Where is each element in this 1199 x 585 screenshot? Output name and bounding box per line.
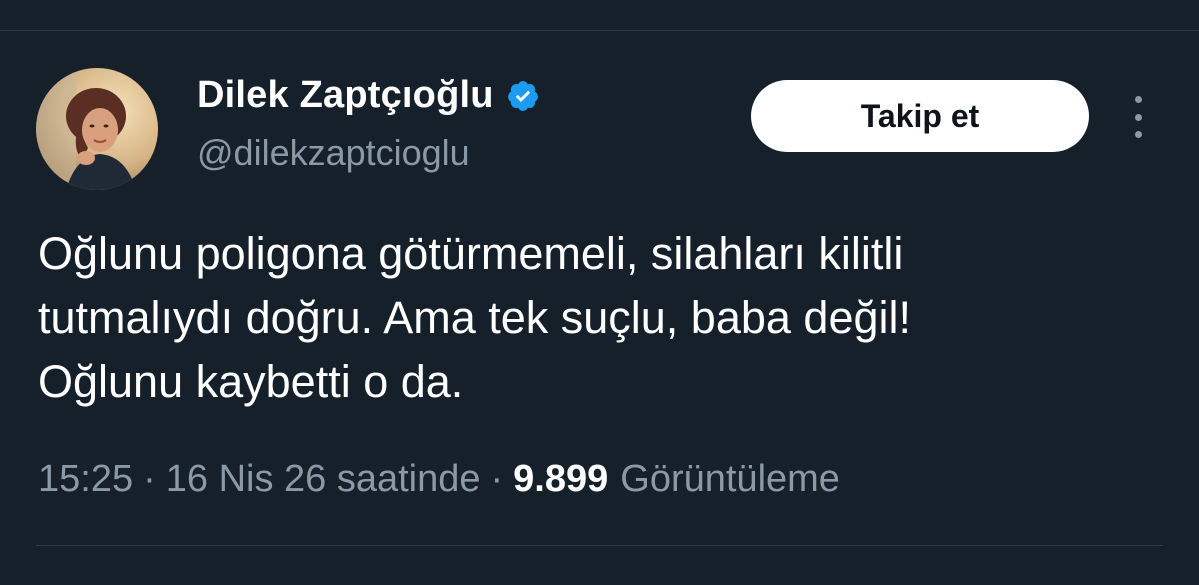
more-dot — [1134, 96, 1142, 103]
top-divider — [0, 30, 1199, 31]
more-dot — [1134, 131, 1142, 138]
tweet-time[interactable]: 15:25 — [38, 458, 133, 501]
follow-button[interactable]: Takip et — [751, 80, 1089, 152]
views-label[interactable]: Görüntüleme — [620, 458, 840, 501]
tweet-text: Oğlunu poligona götürmemeli, silahları k… — [38, 222, 1168, 414]
tweet-date[interactable]: 16 Nis 26 saatinde — [166, 458, 481, 501]
views-count[interactable]: 9.899 — [513, 458, 608, 501]
meta-separator: · — [490, 458, 504, 500]
more-dot — [1134, 113, 1142, 121]
bottom-divider — [36, 545, 1163, 546]
tweet-text-line: tutmalıydı doğru. Ama tek suçlu, baba de… — [38, 292, 911, 343]
avatar-image — [36, 68, 158, 190]
avatar[interactable] — [36, 68, 158, 190]
author-handle[interactable]: @dilekzaptcioglu — [197, 132, 470, 174]
more-options-icon[interactable] — [1124, 96, 1152, 138]
verified-badge-icon[interactable] — [506, 79, 540, 113]
tweet-text-line: Oğlunu poligona götürmemeli, silahları k… — [38, 228, 904, 279]
tweet-meta: 15:25 · 16 Nis 26 saatinde · 9.899 Görün… — [38, 458, 840, 501]
author-name-row[interactable]: Dilek Zaptçıoğlu — [197, 74, 540, 117]
meta-separator: · — [143, 458, 156, 500]
tweet-text-line: Oğlunu kaybetti o da. — [38, 356, 464, 407]
author-display-name[interactable]: Dilek Zaptçıoğlu — [197, 74, 494, 117]
